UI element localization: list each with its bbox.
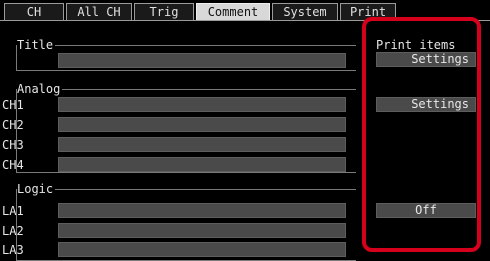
ch2-comment-field[interactable]: [58, 117, 346, 132]
ch2-label: CH2: [2, 118, 24, 132]
la3-label: LA3: [2, 243, 24, 257]
title-field[interactable]: [58, 53, 346, 68]
ch4-comment-field[interactable]: [58, 157, 346, 172]
ch3-label: CH3: [2, 138, 24, 152]
tab-trig[interactable]: Trig: [134, 3, 194, 20]
la1-label: LA1: [2, 204, 24, 218]
ch3-comment-field[interactable]: [58, 137, 346, 152]
la1-comment-field[interactable]: [58, 203, 346, 218]
tab-all-ch[interactable]: All CH: [66, 3, 132, 20]
ch1-label: CH1: [2, 98, 24, 112]
title-legend: Title: [17, 38, 56, 52]
tab-comment[interactable]: Comment: [196, 3, 270, 20]
la2-label: LA2: [2, 224, 24, 238]
analog-legend: Analog: [17, 82, 63, 96]
ch1-comment-field[interactable]: [58, 97, 346, 112]
tab-ch[interactable]: CH: [4, 3, 64, 20]
highlight-frame: [362, 17, 481, 252]
la3-comment-field[interactable]: [58, 242, 346, 257]
tab-system[interactable]: System: [272, 3, 338, 20]
la2-comment-field[interactable]: [58, 223, 346, 238]
logic-legend: Logic: [17, 182, 56, 196]
ch4-label: CH4: [2, 158, 24, 172]
